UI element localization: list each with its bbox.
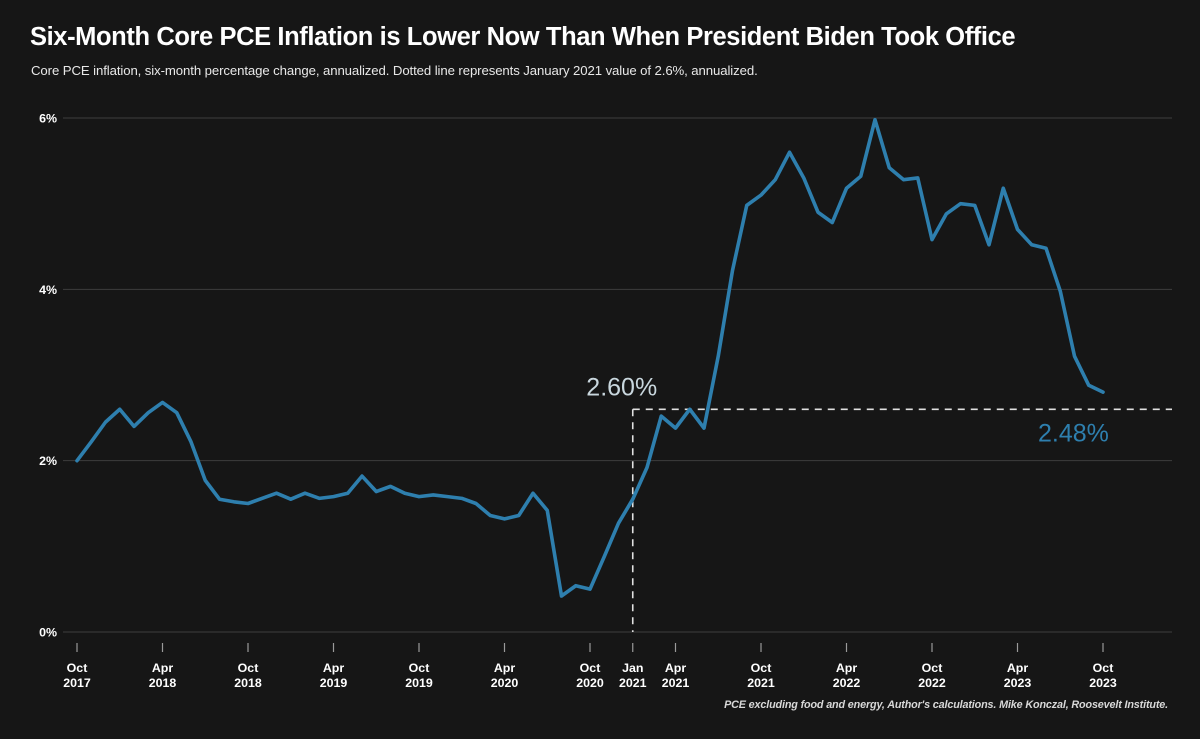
line-chart-plot: 0%2%4%6% Oct2017Apr2018Oct2018Apr2019Oct… [39, 112, 1172, 690]
x-tick-label-month-Oct-2018: Oct [238, 661, 259, 675]
x-tick-label-year-Oct-2017: 2017 [63, 676, 91, 690]
y-tick-label-4%: 4% [39, 283, 57, 297]
x-tick-label-month-Apr-2023: Apr [1007, 661, 1029, 675]
y-tick-label-6%: 6% [39, 112, 57, 126]
x-tick-label-year-Oct-2021: 2021 [747, 676, 775, 690]
annotations-group: 2.60% 2.48% [586, 373, 1109, 447]
data-series-line [75, 117, 1105, 598]
x-tick-label-month-Apr-2018: Apr [152, 661, 174, 675]
source-attribution: PCE excluding food and energy, Author's … [724, 699, 1168, 711]
annotation-jan-2021-value: 2.60% [586, 373, 657, 401]
y-tick-label-0%: 0% [39, 626, 57, 640]
annotation-latest-value: 2.48% [1038, 420, 1109, 448]
x-tick-label-month-Jan-2021: Jan [622, 661, 643, 675]
x-tick-label-year-Apr-2019: 2019 [320, 676, 348, 690]
x-tick-label-year-Apr-2018: 2018 [149, 676, 177, 690]
x-tick-label-year-Apr-2022: 2022 [833, 676, 861, 690]
x-tick-label-month-Apr-2019: Apr [323, 661, 345, 675]
x-tick-label-month-Oct-2017: Oct [67, 661, 88, 675]
x-tick-label-month-Apr-2020: Apr [494, 661, 516, 675]
x-tick-label-year-Apr-2020: 2020 [491, 676, 519, 690]
series-line-0 [75, 117, 1105, 598]
x-axis-tick-labels: Oct2017Apr2018Oct2018Apr2019Oct2019Apr20… [63, 643, 1117, 690]
x-tick-label-month-Oct-2023: Oct [1093, 661, 1114, 675]
x-tick-label-month-Oct-2022: Oct [922, 661, 943, 675]
x-tick-label-month-Oct-2019: Oct [409, 661, 430, 675]
x-tick-label-year-Apr-2021: 2021 [662, 676, 690, 690]
x-tick-label-year-Oct-2023: 2023 [1089, 676, 1117, 690]
x-tick-label-year-Oct-2019: 2019 [405, 676, 433, 690]
x-tick-label-year-Jan-2021: 2021 [619, 676, 647, 690]
x-tick-label-month-Oct-2021: Oct [751, 661, 772, 675]
x-tick-label-month-Apr-2022: Apr [836, 661, 858, 675]
x-tick-label-year-Apr-2023: 2023 [1004, 676, 1032, 690]
x-tick-label-year-Oct-2022: 2022 [918, 676, 946, 690]
x-tick-label-month-Apr-2021: Apr [665, 661, 687, 675]
y-tick-label-2%: 2% [39, 454, 57, 468]
x-tick-label-month-Oct-2020: Oct [580, 661, 601, 675]
y-axis-tick-labels: 0% 2% 4% 6% [39, 112, 57, 640]
x-tick-label-year-Oct-2020: 2020 [576, 676, 604, 690]
chart-figure: Six-Month Core PCE Inflation is Lower No… [0, 0, 1200, 739]
x-tick-label-year-Oct-2018: 2018 [234, 676, 262, 690]
